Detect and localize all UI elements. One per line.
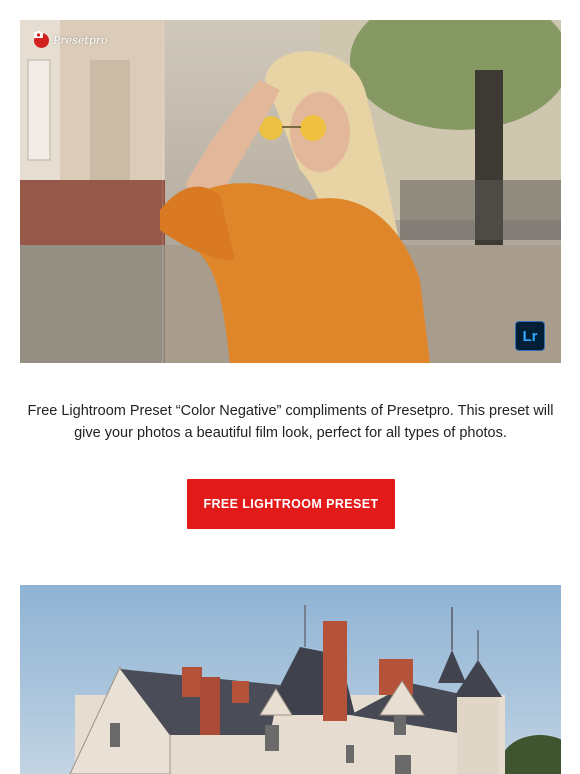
brand-name: Presetpro <box>53 33 108 47</box>
camera-icon <box>34 31 49 48</box>
email-body: Presetpro Lr Free Lightroom Preset “Colo… <box>0 0 580 774</box>
presetpro-logo: Presetpro <box>34 31 108 49</box>
lightroom-icon: Lr <box>515 321 545 351</box>
castle-photo-illustration <box>69 605 561 774</box>
free-lightroom-preset-button[interactable]: FREE LIGHTROOM PRESET <box>187 479 395 529</box>
lightroom-badge-label: Lr <box>522 327 538 345</box>
castle-image[interactable] <box>20 585 561 774</box>
hero-image[interactable]: Presetpro Lr <box>20 20 561 363</box>
preset-description: Free Lightroom Preset “Color Negative” c… <box>27 403 554 441</box>
hero-photo-illustration <box>20 20 561 363</box>
